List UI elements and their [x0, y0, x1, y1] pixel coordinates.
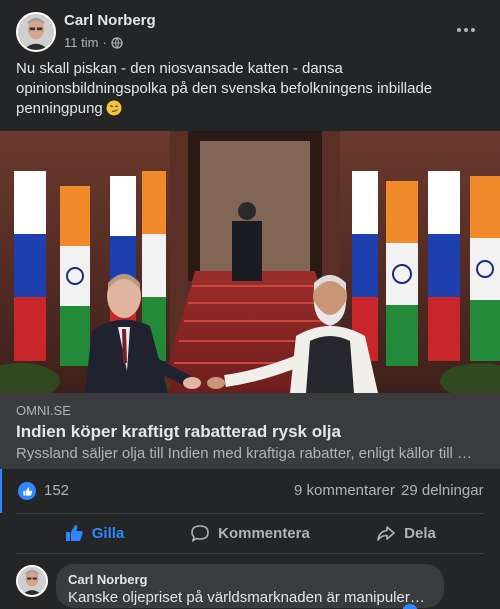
share-button-label: Dela — [404, 524, 436, 542]
post-time[interactable]: 11 tim — [64, 35, 98, 50]
post-meta: 11 tim · — [64, 35, 123, 50]
link-description: Ryssland säljer olja till Indien med kra… — [16, 445, 473, 462]
post-stats: 152 9 kommentarer 29 delningar — [0, 469, 500, 513]
more-options-icon[interactable] — [448, 18, 484, 42]
divider — [16, 553, 484, 554]
link-title[interactable]: Indien köper kraftigt rabatterad rysk ol… — [16, 422, 341, 442]
post-body: Nu skall piskan - den niosvansade katten… — [16, 60, 433, 117]
smirk-face-emoji — [106, 100, 122, 116]
share-icon — [377, 526, 395, 541]
comment-author[interactable]: Carl Norberg — [68, 572, 432, 588]
globe-icon — [111, 36, 123, 49]
like-reaction-icon[interactable] — [18, 482, 36, 500]
comment-icon — [191, 525, 209, 543]
comment-button[interactable]: Kommentera — [172, 514, 328, 552]
link-preview[interactable]: OMNI.SE Indien köper kraftigt rabatterad… — [0, 393, 500, 469]
author-avatar[interactable] — [16, 12, 56, 52]
comment-text: Kanske oljepriset på världsmarknaden är … — [68, 589, 432, 606]
comment-button-label: Kommentera — [218, 524, 310, 542]
meta-separator: · — [102, 35, 107, 50]
comment-count[interactable]: 9 kommentarer — [294, 482, 395, 499]
like-button[interactable]: Gilla — [16, 514, 172, 552]
author-name[interactable]: Carl Norberg — [64, 12, 156, 29]
comment-bubble[interactable]: Carl Norberg Kanske oljepriset på världs… — [56, 564, 444, 608]
post-actions: Gilla Kommentera Dela — [16, 514, 484, 552]
commenter-avatar[interactable] — [16, 565, 48, 597]
link-preview-image[interactable] — [0, 131, 500, 393]
share-button[interactable]: Dela — [328, 514, 484, 552]
comment-item: Carl Norberg Kanske oljepriset på världs… — [0, 560, 500, 609]
post-text: Nu skall piskan - den niosvansade katten… — [16, 59, 486, 119]
thumbs-up-icon — [65, 525, 83, 541]
like-count[interactable]: 152 — [44, 482, 69, 499]
post-header: Carl Norberg 11 tim · — [0, 0, 500, 56]
like-button-label: Gilla — [91, 524, 125, 542]
link-domain: OMNI.SE — [16, 403, 71, 418]
stats-accent-bar — [0, 469, 2, 513]
share-count[interactable]: 29 delningar — [401, 482, 484, 499]
